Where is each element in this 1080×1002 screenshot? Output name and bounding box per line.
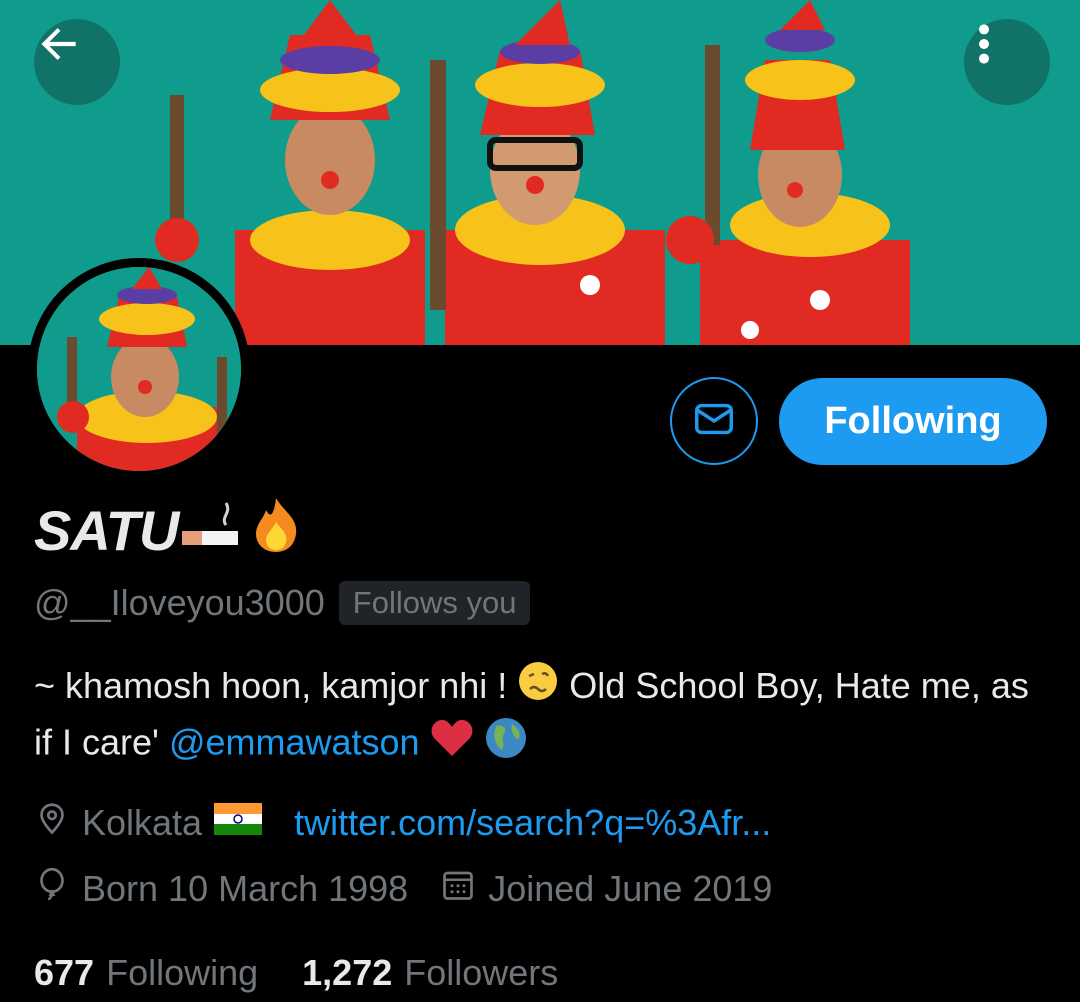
envelope-icon xyxy=(691,396,737,447)
birthday-joined-row: Born 10 March 1998 Joined June 2019 xyxy=(34,866,772,912)
location-website-row: Kolkata twitter.com/search?q=%3Afr... xyxy=(34,800,771,846)
followers-label: Followers xyxy=(404,952,559,993)
back-button[interactable] xyxy=(34,19,120,105)
birthday: Born 10 March 1998 xyxy=(34,867,408,912)
following-count: 677 xyxy=(34,952,95,993)
username-handle: @__Iloveyou3000 xyxy=(34,582,325,623)
display-name-text: SATU xyxy=(34,498,179,562)
follows-you-badge: Follows you xyxy=(338,581,531,625)
following-label: Following xyxy=(106,952,259,993)
avatar-image xyxy=(37,267,241,471)
display-name: SATU xyxy=(34,497,306,563)
avatar[interactable] xyxy=(28,258,250,480)
birthday-text: Born 10 March 1998 xyxy=(82,868,409,909)
followers-stat[interactable]: 1,272 Followers xyxy=(302,952,558,994)
location: Kolkata xyxy=(34,801,263,846)
message-button[interactable] xyxy=(670,377,758,465)
handle-row: @__Iloveyou3000 Follows you xyxy=(34,580,531,626)
location-text: Kolkata xyxy=(82,802,203,843)
joined: Joined June 2019 xyxy=(440,867,772,912)
website-link[interactable]: twitter.com/search?q=%3Afr... xyxy=(294,802,771,844)
followers-count: 1,272 xyxy=(302,952,393,993)
globe-emoji-icon xyxy=(484,716,528,774)
bio-text-1: ~ khamosh hoon, kamjor nhi ! xyxy=(34,665,508,706)
location-pin-icon xyxy=(34,801,70,846)
bio-mention-link[interactable]: @emmawatson xyxy=(169,722,420,763)
following-button[interactable]: Following xyxy=(779,378,1047,465)
calendar-icon xyxy=(440,867,476,912)
woozy-face-emoji-icon xyxy=(517,660,559,716)
heart-emoji-icon xyxy=(430,718,474,772)
profile-bio: ~ khamosh hoon, kamjor nhi ! Old School … xyxy=(34,660,1044,774)
more-options-button[interactable] xyxy=(964,19,1050,105)
balloon-icon xyxy=(34,867,70,912)
india-flag-icon xyxy=(214,802,263,844)
follow-stats-row: 677 Following 1,272 Followers xyxy=(34,950,558,996)
fire-emoji-icon xyxy=(246,494,306,567)
joined-text: Joined June 2019 xyxy=(488,868,773,909)
following-stat[interactable]: 677 Following xyxy=(34,952,258,994)
cigarette-emoji-icon xyxy=(182,495,240,566)
